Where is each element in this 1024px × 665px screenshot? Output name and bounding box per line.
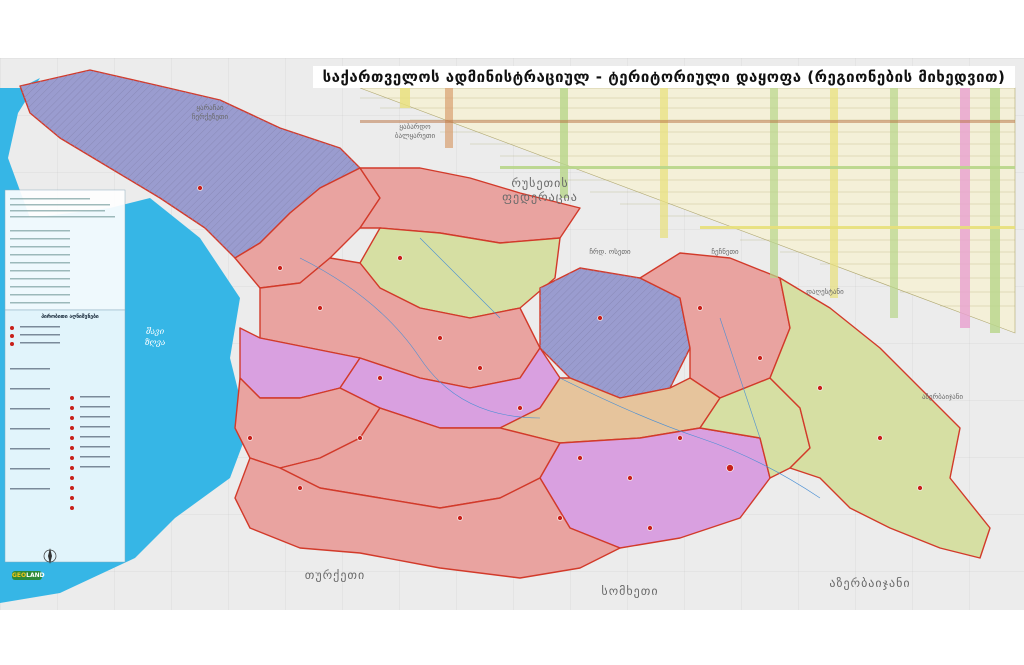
label-chechnya: ჩეჩნეთი (711, 248, 739, 256)
label-dagestan: დაღესტანი (806, 288, 844, 296)
label-north-ossetia: ჩრდ. ოსეთი (589, 248, 631, 256)
label-armenia: სომხეთი (601, 584, 659, 598)
map-title: საქართველოს ადმინისტრაციულ - ტერიტორიული… (313, 66, 1015, 88)
legend-panel (4, 189, 126, 564)
label-karachay: ყარაჩაი ჩერქეზეთი (191, 104, 229, 121)
label-azerbaijan-small: აზერბაიჯანი (922, 393, 963, 401)
legend-header: პირობითი აღნიშვნები (41, 314, 99, 320)
label-russia: რუსეთის ფედერაცია (502, 176, 578, 204)
logo-land: LAND (26, 572, 45, 579)
label-turkey: თურქეთი (304, 568, 366, 582)
map-frame: რუსეთის ფედერაცია თურქეთი სომხეთი აზერბა… (0, 58, 1024, 610)
logo-geo: GEO (12, 572, 27, 579)
label-black-sea: შავი ზღვა (144, 327, 166, 347)
label-azerbaijan: აზერბაიჯანი (829, 576, 911, 590)
label-kabardino: ყაბარდო ბალყარეთი (394, 123, 436, 140)
geoland-logo: GEOLAND (12, 571, 45, 580)
